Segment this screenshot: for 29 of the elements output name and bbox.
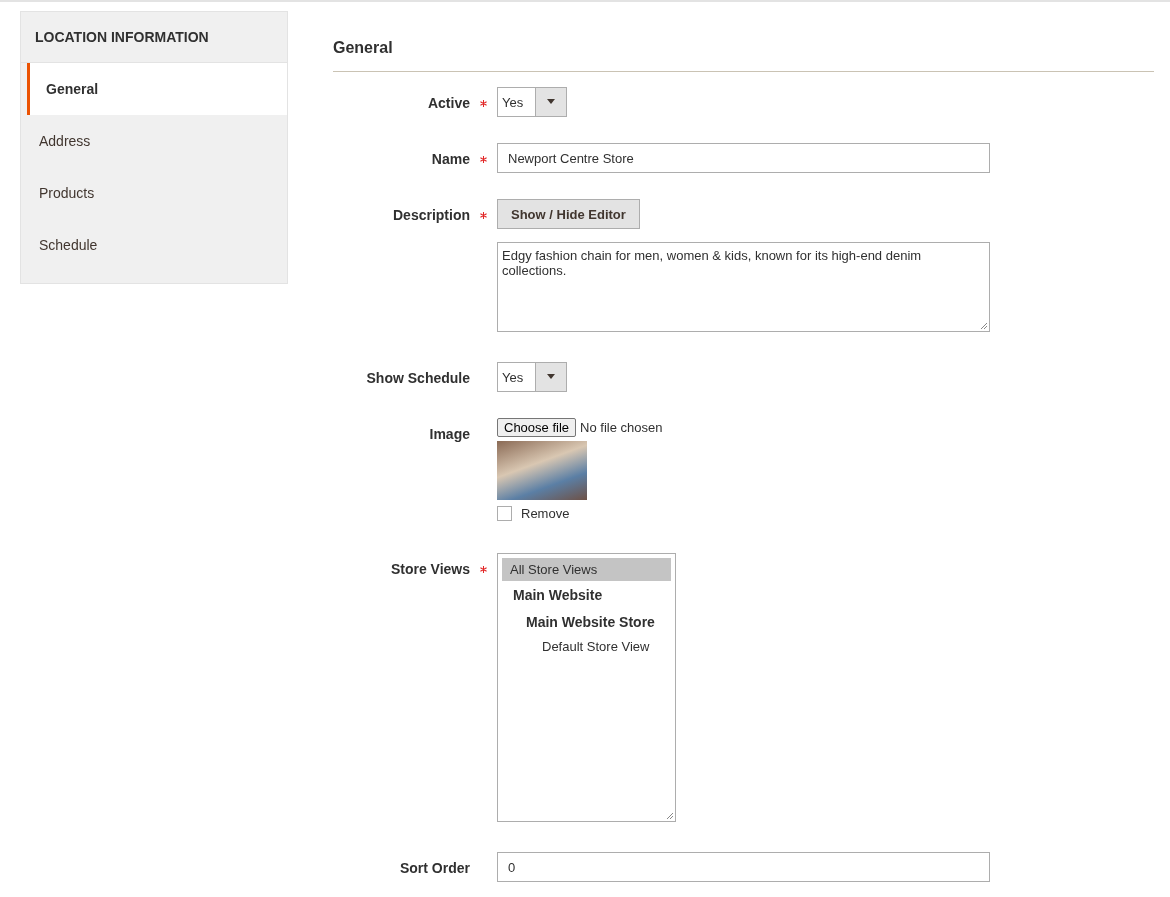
store-view-option[interactable]: All Store Views — [502, 558, 671, 581]
text-field[interactable]: Newport Centre Store — [497, 143, 990, 173]
show-hide-editor-button[interactable]: Show / Hide Editor — [497, 199, 640, 229]
select-field[interactable]: Yes — [497, 87, 567, 117]
description-textarea[interactable]: Edgy fashion chain for men, women & kids, known for its high-end denim collections. — [497, 242, 990, 332]
sidebar-item[interactable]: Schedule — [21, 219, 287, 271]
field-label: Store Views — [389, 560, 470, 579]
sidebar-item[interactable]: Address — [21, 115, 287, 167]
field-label: Show Schedule — [365, 369, 470, 388]
choose-file-button[interactable]: Choose file — [497, 418, 577, 437]
store-group-label: Main Website — [512, 586, 604, 605]
text-field[interactable]: 0 — [497, 852, 990, 882]
sidebar-item[interactable]: General — [27, 63, 287, 115]
field-label: Image — [428, 425, 470, 444]
store-group-label: Main Website Store — [525, 613, 656, 632]
sidebar-item[interactable]: Products — [21, 167, 287, 219]
remove-label: Remove — [521, 506, 570, 521]
store-views-multiselect[interactable]: All Store Views Main Website Main Website Store Default Store View — [497, 553, 676, 822]
section-title: General — [333, 39, 1154, 72]
field-label: Description — [392, 206, 470, 225]
select-field[interactable]: Yes — [497, 362, 567, 392]
field-label: Active — [426, 94, 470, 113]
store-view-option[interactable]: Default Store View — [502, 635, 671, 658]
file-status-text: No file chosen — [580, 420, 663, 435]
field-label: Sort Order — [399, 859, 470, 878]
remove-checkbox[interactable] — [497, 506, 512, 521]
resize-grip-icon[interactable] — [980, 322, 988, 330]
resize-grip-icon[interactable] — [666, 812, 674, 820]
field-label: Name — [430, 150, 470, 169]
